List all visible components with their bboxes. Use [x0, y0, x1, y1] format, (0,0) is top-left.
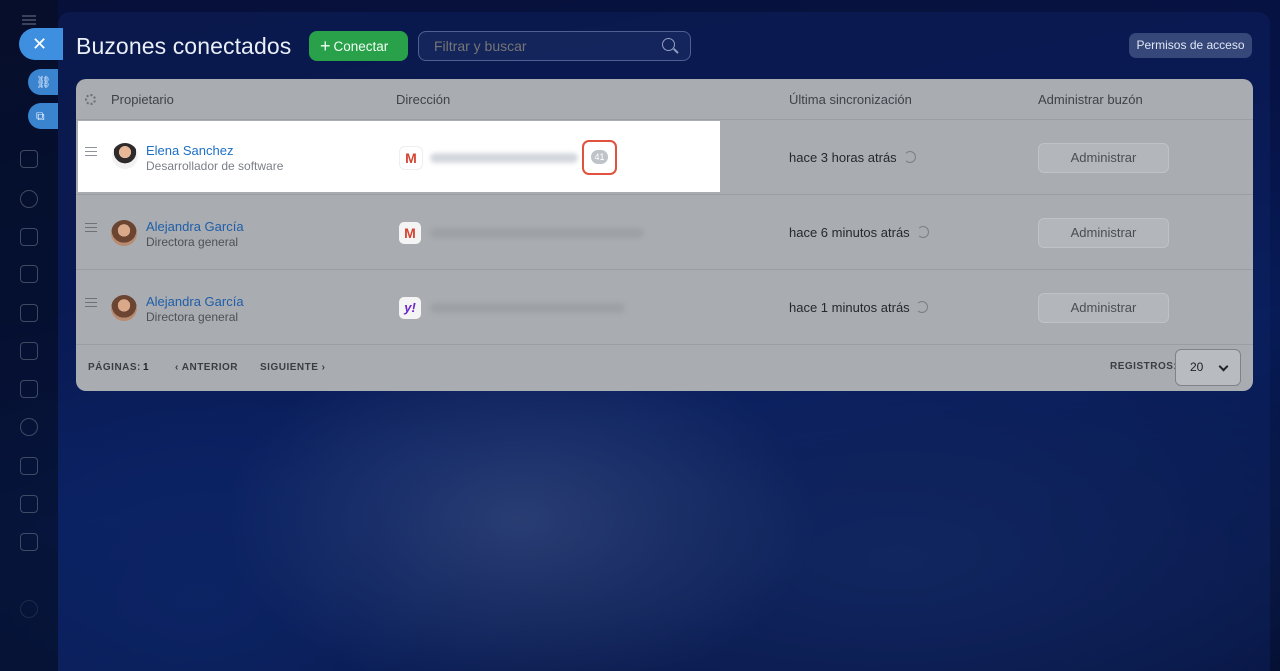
column-last-sync[interactable]: Última sincronización [789, 92, 912, 107]
close-icon[interactable]: ✕ [19, 28, 63, 60]
drag-handle-icon[interactable] [85, 298, 97, 307]
owner-name[interactable]: Alejandra García [146, 294, 244, 309]
current-page: 1 [143, 362, 149, 373]
search-icon[interactable] [662, 38, 675, 51]
refresh-icon[interactable] [917, 226, 929, 238]
mailbox-address-blurred [430, 228, 644, 238]
pages-label: PÁGINAS: [88, 362, 141, 373]
records-per-page-select[interactable]: 20 [1175, 349, 1241, 386]
owner-name[interactable]: Elena Sanchez [146, 143, 233, 158]
column-address[interactable]: Dirección [396, 92, 450, 107]
column-manage: Administrar buzón [1038, 92, 1143, 107]
connect-label: Conectar [333, 39, 389, 54]
drag-handle-icon[interactable] [85, 147, 97, 156]
avatar [111, 295, 137, 321]
access-permissions-button[interactable]: Permisos de acceso [1129, 33, 1252, 58]
chevron-down-icon [1218, 361, 1229, 372]
highlighted-table-row: Elena Sanchez Desarrollador de software … [78, 121, 720, 192]
table-footer: PÁGINAS: 1 ‹ ANTERIOR SIGUIENTE › REGIST… [76, 347, 1253, 391]
previous-page-link[interactable]: ‹ ANTERIOR [175, 362, 238, 373]
avatar [111, 220, 137, 246]
refresh-icon[interactable] [916, 301, 928, 313]
table-row: Alejandra García Directora general y! ha… [76, 270, 1253, 345]
yahoo-icon: y! [399, 297, 421, 319]
records-label: REGISTROS: [1110, 361, 1178, 372]
last-sync-text: hace 1 minutos atrás [789, 300, 910, 315]
gear-icon[interactable] [85, 94, 96, 105]
page-title: Buzones conectados [76, 33, 292, 59]
table-header: Propietario Dirección Última sincronizac… [76, 79, 1253, 120]
gmail-icon: M [399, 222, 421, 244]
open-new-window-icon[interactable]: ⧉ [28, 103, 58, 129]
next-page-link[interactable]: SIGUIENTE › [260, 362, 326, 373]
owner-role: Directora general [146, 235, 239, 249]
search-input[interactable] [418, 31, 691, 61]
previous-label: ANTERIOR [181, 362, 238, 373]
mailbox-address-blurred [430, 303, 625, 313]
manage-button[interactable]: Administrar [1038, 143, 1169, 173]
manage-button[interactable]: Administrar [1038, 218, 1169, 248]
last-sync-text: hace 6 minutos atrás [789, 225, 910, 240]
refresh-icon[interactable] [904, 151, 916, 163]
mailbox-address-blurred [430, 153, 578, 163]
owner-name[interactable]: Alejandra García [146, 219, 244, 234]
connect-button[interactable]: + Conectar [309, 31, 408, 61]
last-sync-text: hace 3 horas atrás [789, 150, 897, 165]
copy-link-icon[interactable]: ⛓ [28, 69, 58, 95]
owner-role: Desarrollador de software [146, 159, 284, 173]
records-value: 20 [1190, 360, 1204, 374]
column-owner[interactable]: Propietario [111, 92, 174, 107]
unread-counter-highlight: 41 [582, 140, 617, 175]
plus-icon: + [320, 36, 331, 56]
owner-role: Directora general [146, 310, 239, 324]
table-row: Alejandra García Directora general M hac… [76, 195, 1253, 270]
next-label: SIGUIENTE [260, 362, 319, 373]
unread-count-badge[interactable]: 41 [591, 150, 608, 164]
manage-button[interactable]: Administrar [1038, 293, 1169, 323]
avatar [112, 143, 138, 169]
drag-handle-icon[interactable] [85, 223, 97, 232]
gmail-icon: M [400, 147, 422, 169]
